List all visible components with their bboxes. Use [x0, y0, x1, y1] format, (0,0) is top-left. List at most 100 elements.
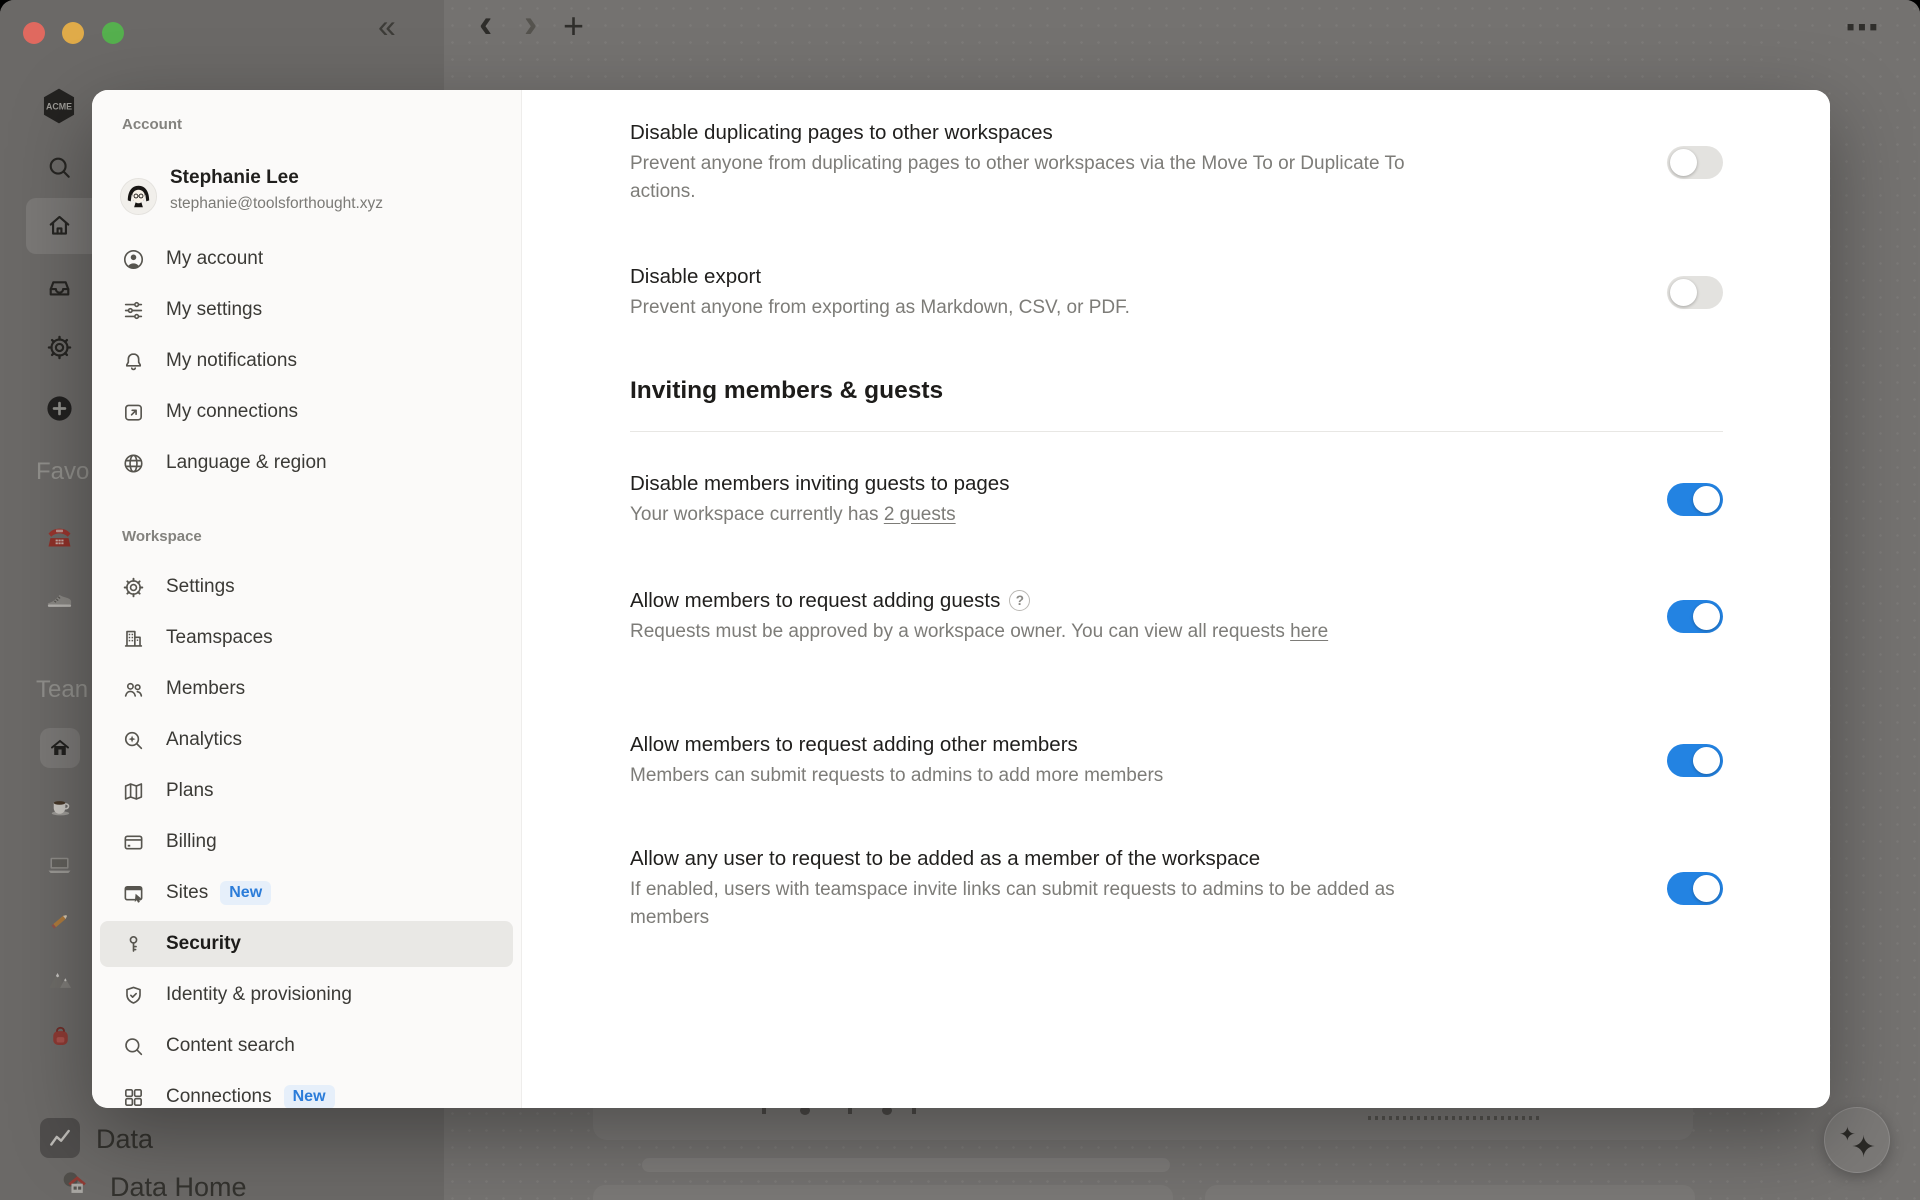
- setting-description: Requests must be approved by a workspace…: [630, 618, 1390, 646]
- minimize-window-button[interactable]: [62, 22, 84, 44]
- sidebar-item-my-notifications[interactable]: My notifications: [100, 338, 513, 384]
- guests-count-link[interactable]: 2 guests: [884, 504, 956, 525]
- sidebar-item-label: Language & region: [166, 452, 327, 474]
- bell-icon: [122, 350, 145, 373]
- view-requests-link[interactable]: here: [1290, 621, 1328, 642]
- sidebar-item-connections[interactable]: Connections New: [100, 1074, 513, 1108]
- home-icon[interactable]: [46, 212, 73, 239]
- sidebar-item-plans[interactable]: Plans: [100, 768, 513, 814]
- collapse-sidebar-icon[interactable]: «: [378, 8, 396, 45]
- sidebar-item-label: My notifications: [166, 350, 297, 372]
- ai-assistant-button[interactable]: ✦ ✦: [1824, 1107, 1890, 1173]
- plus-circle-icon[interactable]: [45, 394, 74, 423]
- setting-row-disable-guest-invites: Disable members inviting guests to pages…: [630, 470, 1723, 529]
- sidebar-item-analytics[interactable]: Analytics: [100, 717, 513, 763]
- window-toolbar: « ‹ › + ⋯: [0, 0, 1920, 90]
- sidebar-item-language-region[interactable]: Language & region: [100, 440, 513, 486]
- sneaker-emoji-icon[interactable]: [44, 582, 75, 613]
- building-icon: [122, 627, 145, 650]
- toggle-disable-guest-invites[interactable]: [1667, 483, 1723, 516]
- sidebar-item-my-account[interactable]: My account: [100, 236, 513, 282]
- sidebar-item-data-home[interactable]: Data Home: [110, 1172, 247, 1200]
- coffee-emoji-icon[interactable]: [46, 790, 75, 819]
- setting-row-disable-duplicating: Disable duplicating pages to other works…: [630, 119, 1723, 206]
- sidebar-item-label: My account: [166, 248, 263, 270]
- sidebar-item-label: Teamspaces: [166, 627, 273, 649]
- sidebar-item-settings[interactable]: Settings: [100, 564, 513, 610]
- setting-description: Prevent anyone from duplicating pages to…: [630, 150, 1460, 206]
- toggle-knob: [1693, 486, 1720, 513]
- sidebar-item-data[interactable]: Data: [96, 1124, 153, 1155]
- analytics-icon: [122, 729, 145, 752]
- zoom-window-button[interactable]: [102, 22, 124, 44]
- more-menu-icon[interactable]: ⋯: [1845, 8, 1881, 48]
- screen: « ‹ › + ⋯ ACME Favo: [0, 0, 1920, 1200]
- sidebar-item-my-connections[interactable]: My connections: [100, 389, 513, 435]
- workspace-logo[interactable]: ACME: [40, 86, 78, 126]
- setting-description: Your workspace currently has 2 guests: [630, 501, 1460, 529]
- sidebar-item-members[interactable]: Members: [100, 666, 513, 712]
- sidebar-item-billing[interactable]: Billing: [100, 819, 513, 865]
- workspace-section-label: Workspace: [122, 528, 202, 545]
- toggle-knob: [1670, 149, 1697, 176]
- teamspace-house-icon[interactable]: [40, 728, 80, 768]
- search-icon[interactable]: [46, 154, 73, 181]
- data-page-icon[interactable]: [40, 1118, 80, 1158]
- avatar[interactable]: [120, 178, 157, 215]
- section-divider: [630, 431, 1723, 432]
- description-text: Requests must be approved by a workspace…: [630, 621, 1290, 642]
- key-icon: [122, 933, 145, 956]
- sliders-icon: [122, 299, 145, 322]
- toggle-request-members[interactable]: [1667, 744, 1723, 777]
- new-badge: New: [284, 1085, 335, 1108]
- data-home-emoji-icon[interactable]: [58, 1166, 92, 1200]
- sidebar-item-teamspaces[interactable]: Teamspaces: [100, 615, 513, 661]
- close-window-button[interactable]: [23, 22, 45, 44]
- account-section-label: Account: [122, 116, 182, 133]
- setting-title: Disable export: [630, 263, 1667, 290]
- sidebar-item-label: Settings: [166, 576, 235, 598]
- shield-check-icon: [122, 984, 145, 1007]
- background-bar: [642, 1158, 1170, 1172]
- setting-description: Prevent anyone from exporting as Markdow…: [630, 294, 1460, 322]
- settings-sidebar: Account Stephanie Lee stephanie@toolsfor…: [92, 90, 522, 1108]
- pencil-emoji-icon[interactable]: [46, 906, 75, 935]
- browser-icon: [122, 882, 145, 905]
- setting-row-disable-export: Disable export Prevent anyone from expor…: [630, 263, 1723, 322]
- new-tab-icon[interactable]: +: [563, 5, 584, 47]
- sidebar-item-security[interactable]: Security: [100, 921, 513, 967]
- mountain-emoji-icon[interactable]: [44, 964, 75, 995]
- setting-title: Allow members to request adding guests?: [630, 587, 1667, 614]
- back-icon[interactable]: ‹: [479, 2, 492, 47]
- inbox-icon[interactable]: [46, 274, 73, 301]
- clipped-table-fragment: [1368, 1116, 1540, 1120]
- credit-card-icon: [122, 831, 145, 854]
- forward-icon[interactable]: ›: [524, 2, 537, 47]
- sidebar-item-sites[interactable]: Sites New: [100, 870, 513, 916]
- teamspaces-section-label: Tean: [36, 676, 88, 704]
- setting-description: If enabled, users with teamspace invite …: [630, 876, 1430, 932]
- settings-modal: Account Stephanie Lee stephanie@toolsfor…: [92, 90, 1830, 1108]
- background-card: [593, 1185, 1173, 1200]
- app-window: « ‹ › + ⋯ ACME Favo: [0, 0, 1920, 1200]
- toggle-request-guests[interactable]: [1667, 600, 1723, 633]
- laptop-emoji-icon[interactable]: [44, 848, 75, 879]
- setting-title: Disable members inviting guests to pages: [630, 470, 1667, 497]
- telephone-emoji-icon[interactable]: [44, 522, 75, 553]
- sidebar-item-identity-provisioning[interactable]: Identity & provisioning: [100, 972, 513, 1018]
- sidebar-item-content-search[interactable]: Content search: [100, 1023, 513, 1069]
- grid-icon: [122, 1086, 145, 1109]
- search-icon: [122, 1035, 145, 1058]
- description-text: Your workspace currently has: [630, 504, 884, 525]
- security-settings-panel: Disable duplicating pages to other works…: [522, 90, 1830, 1108]
- sidebar-item-my-settings[interactable]: My settings: [100, 287, 513, 333]
- gear-icon[interactable]: [46, 334, 73, 361]
- toggle-any-user-request[interactable]: [1667, 872, 1723, 905]
- title-text: Allow members to request adding guests: [630, 587, 1000, 614]
- help-icon[interactable]: ?: [1009, 590, 1030, 611]
- setting-title: Allow any user to request to be added as…: [630, 845, 1667, 872]
- toggle-disable-export[interactable]: [1667, 276, 1723, 309]
- backpack-emoji-icon[interactable]: [46, 1022, 75, 1051]
- toggle-disable-duplicating[interactable]: [1667, 146, 1723, 179]
- arrow-up-right-square-icon: [122, 401, 145, 424]
